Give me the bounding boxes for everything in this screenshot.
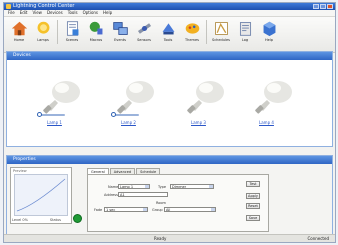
palette-icon [185, 23, 199, 34]
status-indicator-icon [73, 214, 82, 223]
main-window: Lightning Control Center File Edit View … [3, 2, 336, 243]
menu-edit[interactable]: Edit [20, 10, 28, 16]
house-icon [11, 21, 27, 36]
toolbar-sensors-button[interactable]: Sensors [133, 20, 155, 42]
save-button[interactable]: Save [246, 215, 260, 221]
lightbulb-icon [255, 81, 292, 114]
room-label: Room [156, 201, 166, 205]
plant-icon [89, 21, 102, 35]
type-select[interactable]: Dimmer [170, 184, 214, 189]
brightness-slider[interactable] [111, 112, 139, 117]
toolbar-label: Tools [163, 38, 173, 42]
name-field[interactable]: Lamp 1 [118, 184, 150, 189]
toolbar-label: Log [241, 38, 249, 42]
toolbar-separator [57, 20, 58, 44]
device-lamp-3[interactable]: Lamp 3 [179, 78, 229, 128]
toolbar-label: Events [114, 38, 126, 42]
toolbar: Home Lamps Scenes Macros Events Sensors … [4, 17, 335, 53]
toolbar-tools-button[interactable]: Tools [157, 20, 179, 42]
brightness-slider[interactable] [37, 112, 65, 117]
clipboard-icon [239, 22, 251, 36]
preview-graph [14, 174, 68, 216]
toolbar-label: Home [13, 38, 25, 42]
document-icon [66, 21, 78, 36]
preview-box: Preview Level 0% Status [10, 167, 72, 224]
name-label: Name [108, 185, 119, 189]
toolbar-label: Lamps [37, 38, 49, 42]
devices-panel: Devices Lamp 1 Lamp 2 Lamp 3 Lamp 4 [6, 51, 333, 147]
minimize-button[interactable] [313, 4, 319, 9]
toolbar-separator [206, 20, 207, 44]
toolbar-label: Sensors [137, 38, 151, 42]
test-button[interactable]: Test [246, 181, 260, 187]
preview-status-text: Status [49, 218, 61, 222]
toolbar-themes-button[interactable]: Themes [181, 20, 203, 42]
menu-devices[interactable]: Devices [47, 10, 63, 16]
menu-help[interactable]: Help [103, 10, 112, 16]
toolbar-label: Help [265, 38, 273, 42]
maximize-button[interactable] [320, 4, 326, 9]
status-bar: Ready Connected [4, 234, 335, 242]
property-form: Name Lamp 1 Type Dimmer Address A1 Room … [87, 174, 269, 232]
toolbar-label: Macros [89, 38, 103, 42]
cube-icon [263, 21, 275, 37]
toolbar-label: Themes [185, 38, 199, 42]
window-title: Lightning Control Center [13, 3, 75, 9]
toolbar-label: Schedules [212, 38, 230, 42]
device-name[interactable]: Lamp 1 [47, 120, 62, 125]
toolbar-help-button[interactable]: Help [258, 20, 280, 42]
properties-panel-header: Properties [7, 156, 332, 164]
toolbar-label: Scenes [65, 38, 79, 42]
device-name[interactable]: Lamp 3 [191, 120, 206, 125]
status-right-text: Connected [307, 236, 329, 241]
menu-file[interactable]: File [8, 10, 15, 16]
toolbar-scenes-button[interactable]: Scenes [61, 20, 83, 42]
devices-panel-header: Devices [7, 52, 332, 60]
tools-icon [162, 23, 174, 35]
toolbar-macros-button[interactable]: Macros [85, 20, 107, 42]
toolbar-log-button[interactable]: Log [234, 20, 256, 42]
light-icon [37, 21, 49, 34]
preview-label: Preview [13, 169, 27, 173]
device-name[interactable]: Lamp 4 [259, 120, 274, 125]
window-controls [313, 4, 333, 9]
toolbar-events-button[interactable]: Events [109, 20, 131, 42]
group-label: Group [152, 208, 163, 212]
properties-panel: Properties Preview Level 0% Status Gener… [6, 155, 333, 235]
toolbar-home-button[interactable]: Home [8, 20, 30, 42]
menu-tools[interactable]: Tools [68, 10, 78, 16]
fade-select[interactable]: 1 sec [104, 207, 148, 212]
close-button[interactable] [327, 4, 333, 9]
satellite-icon [137, 23, 151, 34]
type-label: Type [158, 185, 167, 189]
lightbulb-icon [117, 81, 154, 114]
menu-options[interactable]: Options [83, 10, 98, 16]
device-name[interactable]: Lamp 2 [121, 120, 136, 125]
device-lamp-2[interactable]: Lamp 2 [109, 78, 159, 128]
group-select[interactable]: All [164, 207, 216, 212]
slider-knob[interactable] [37, 112, 42, 117]
title-bar: Lightning Control Center [4, 3, 335, 10]
book-icon [214, 22, 228, 35]
menu-view[interactable]: View [32, 10, 42, 16]
app-icon [6, 4, 11, 9]
preview-curve [16, 178, 66, 212]
lightbulb-icon [187, 81, 224, 114]
apply-button[interactable]: Apply [246, 193, 260, 199]
address-field[interactable]: A1 [118, 192, 168, 197]
toolbar-schedules-button[interactable]: Schedules [210, 20, 232, 42]
slider-knob[interactable] [111, 112, 116, 117]
network-icon [112, 22, 128, 35]
preview-level-text: Level 0% [12, 218, 28, 222]
address-label: Address [104, 193, 118, 197]
device-lamp-1[interactable]: Lamp 1 [35, 78, 85, 128]
lightbulb-icon [43, 81, 80, 114]
device-list: Lamp 1 Lamp 2 Lamp 3 Lamp 4 [7, 60, 332, 146]
fade-label: Fade [94, 208, 103, 212]
toolbar-lamps-button[interactable]: Lamps [32, 20, 54, 42]
menu-bar: File Edit View Devices Tools Options Hel… [4, 10, 335, 17]
device-lamp-4[interactable]: Lamp 4 [247, 78, 297, 128]
reset-button[interactable]: Reset [246, 203, 260, 209]
status-center-text: Ready [154, 236, 167, 241]
